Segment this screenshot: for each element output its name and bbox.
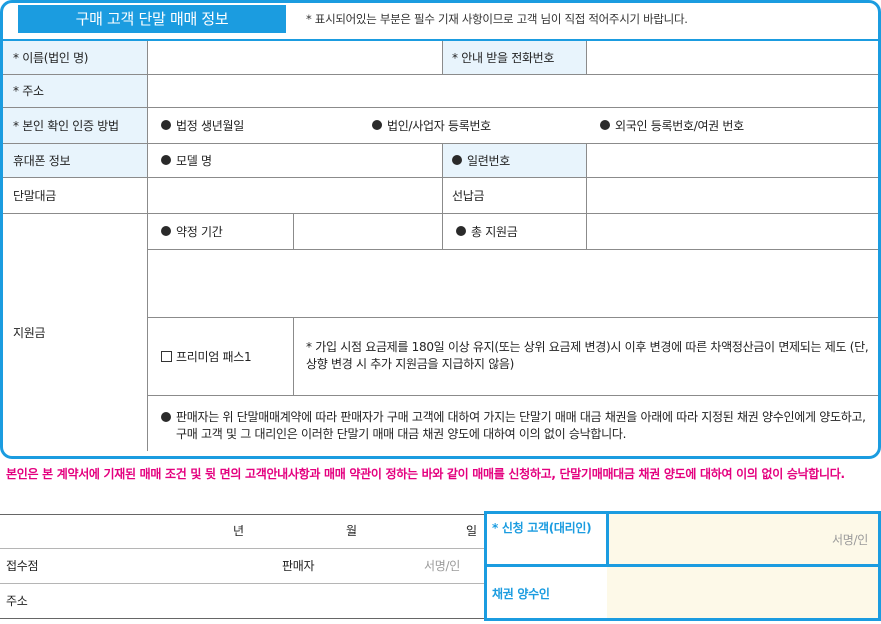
address-label-cell: * 주소 xyxy=(3,74,147,107)
price-field[interactable] xyxy=(147,177,442,213)
verify-label: * 본인 확인 인증 방법 xyxy=(13,118,119,133)
date-day: 일 xyxy=(466,524,477,538)
transfer-note-cell: 판매자는 위 단말매매계약에 따라 판매자가 구매 고객에 대하여 가지는 단말… xyxy=(151,396,876,452)
applicant-sign-field[interactable]: 서명/인 xyxy=(832,531,868,548)
name-field[interactable] xyxy=(147,41,442,74)
premium-pass-note: * 가입 시점 요금제를 180일 이상 유지(또는 상위 요금제 변경)시 이… xyxy=(306,340,869,371)
applicant-label: * 신청 고객(대리인) xyxy=(492,521,592,535)
bullet-icon xyxy=(161,226,171,236)
grid-line xyxy=(3,74,878,75)
bullet-icon xyxy=(456,226,466,236)
contract-period-label: 약정 기간 xyxy=(151,213,291,249)
verify-option-foreigner[interactable]: 외국인 등록번호/여권 번호 xyxy=(590,107,870,143)
grid-line xyxy=(586,143,587,249)
grid-line xyxy=(442,143,443,249)
sign-divider xyxy=(606,514,609,564)
grid-line xyxy=(586,41,587,74)
serial-field[interactable] xyxy=(586,143,878,177)
device-label: 휴대폰 정보 xyxy=(13,153,71,168)
date-month: 월 xyxy=(346,524,357,538)
grid-line xyxy=(3,143,878,144)
grid-line xyxy=(293,317,294,395)
grid-line xyxy=(147,74,148,451)
verify-option-business[interactable]: 법인/사업자 등록번호 xyxy=(362,107,582,143)
prepay-label: 선납금 xyxy=(452,188,485,203)
seller-label: 판매자 xyxy=(282,559,315,573)
total-subsidy-label: 총 지원금 xyxy=(446,213,586,249)
grid-line xyxy=(0,514,484,515)
assignee-label: 채권 양수인 xyxy=(492,587,550,601)
bullet-icon xyxy=(161,120,171,130)
grid-line xyxy=(0,618,484,619)
checkbox-icon xyxy=(161,350,172,362)
grid-line xyxy=(0,548,484,549)
model-name-field[interactable]: 모델 명 xyxy=(151,143,441,177)
transfer-note: 판매자는 위 단말매매계약에 따라 판매자가 구매 고객에 대하여 가지는 단말… xyxy=(176,410,866,441)
prepay-field[interactable] xyxy=(586,177,878,213)
phone-field[interactable] xyxy=(586,41,878,74)
bullet-icon xyxy=(161,155,171,165)
prepay-label-cell: 선납금 xyxy=(442,177,586,213)
subsidy-label: 지원금 xyxy=(13,325,46,340)
grid-line xyxy=(442,41,443,74)
price-label: 단말대금 xyxy=(13,188,56,203)
grid-line xyxy=(3,213,878,214)
subsidy-label-cell: 지원금 xyxy=(3,213,147,451)
phone-label-cell: * 안내 받을 전화번호 xyxy=(442,41,586,74)
total-subsidy-field[interactable] xyxy=(586,213,878,249)
verify-option-birth[interactable]: 법정 생년월일 xyxy=(151,107,361,143)
seller-sign-field[interactable]: 서명/인 xyxy=(424,557,460,574)
premium-pass-checkbox[interactable]: 프리미엄 패스1 xyxy=(151,317,291,395)
subsidy-detail-field[interactable] xyxy=(147,249,878,317)
applicant-sign-box[interactable] xyxy=(484,511,881,567)
grid-line xyxy=(293,213,294,249)
agreement-text: 본인은 본 계약서에 기재된 매매 조건 및 뒷 면의 고객안내사항과 매매 약… xyxy=(6,467,845,481)
address-label: * 주소 xyxy=(13,84,44,98)
device-label-cell: 휴대폰 정보 xyxy=(3,143,147,177)
grid-line xyxy=(147,41,148,74)
bullet-icon xyxy=(372,120,382,130)
address-field[interactable] xyxy=(147,74,878,107)
phone-label: * 안내 받을 전화번호 xyxy=(452,51,555,65)
date-year: 년 xyxy=(233,524,244,538)
name-label-cell: * 이름(법인 명) xyxy=(3,41,147,74)
footer-address-label: 주소 xyxy=(6,594,28,608)
serial-label-cell: 일련번호 xyxy=(442,143,586,177)
required-note: * 표시되어있는 부분은 필수 기재 사항이므로 고객 님이 직접 적어주시기 … xyxy=(306,12,688,26)
store-label: 접수점 xyxy=(6,559,39,573)
grid-line xyxy=(3,177,878,178)
verify-label-cell: * 본인 확인 인증 방법 xyxy=(3,107,147,143)
bullet-icon xyxy=(452,155,462,165)
contract-period-field[interactable] xyxy=(293,213,441,249)
price-label-cell: 단말대금 xyxy=(3,177,147,213)
form-title: 구매 고객 단말 매매 정보 xyxy=(18,5,286,33)
grid-line xyxy=(3,107,878,108)
grid-line xyxy=(0,583,484,584)
bullet-icon xyxy=(161,412,171,422)
grid-line xyxy=(147,249,878,250)
grid-line xyxy=(147,317,878,318)
bullet-icon xyxy=(600,120,610,130)
name-label: * 이름(법인 명) xyxy=(13,51,89,65)
grid-line xyxy=(147,395,878,396)
